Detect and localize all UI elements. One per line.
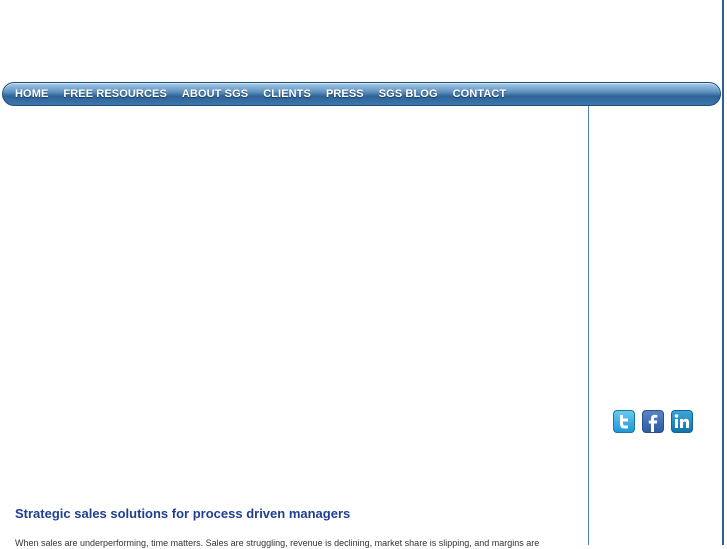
linkedin-icon[interactable]: [671, 410, 693, 433]
main-nav-bar: HOME FREE RESOURCES ABOUT SGS CLIENTS PR…: [2, 82, 721, 106]
twitter-icon[interactable]: [613, 410, 635, 433]
nav-item-press[interactable]: PRESS: [326, 88, 364, 100]
nav-item-free-resources[interactable]: FREE RESOURCES: [63, 88, 166, 100]
nav-item-about-sgs[interactable]: ABOUT SGS: [182, 88, 248, 100]
nav-menu: HOME FREE RESOURCES ABOUT SGS CLIENTS PR…: [15, 83, 521, 105]
page-headline: Strategic sales solutions for process dr…: [15, 506, 351, 521]
page-right-border: [722, 0, 724, 545]
nav-item-contact[interactable]: CONTACT: [453, 88, 507, 100]
nav-item-home[interactable]: HOME: [15, 88, 48, 100]
nav-item-clients[interactable]: CLIENTS: [263, 88, 311, 100]
facebook-icon[interactable]: [642, 410, 664, 433]
intro-paragraph: When sales are underperforming, time mat…: [15, 538, 540, 548]
nav-item-sgs-blog[interactable]: SGS BLOG: [379, 88, 438, 100]
sidebar-divider: [588, 106, 589, 545]
